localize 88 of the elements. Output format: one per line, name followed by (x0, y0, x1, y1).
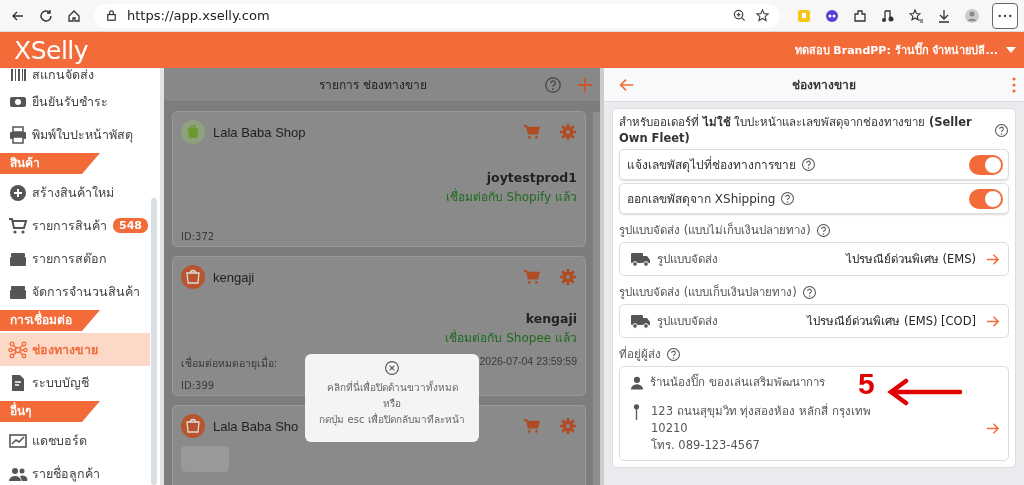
annotation-number: 5 (858, 367, 875, 401)
account-name: joytestprod1 (486, 170, 577, 185)
channel-name: kengaji (213, 269, 255, 285)
sender-name: ร้านน้องปิ๊ก ของเล่นเสริมพัฒนาการ (650, 373, 825, 391)
menu-item[interactable]: ระบบบัญชี (0, 366, 150, 399)
section-label: อื่นๆ (0, 401, 100, 422)
help-icon[interactable] (544, 75, 562, 94)
avatar-icon[interactable] (964, 7, 980, 24)
section-heading: รูปแบบจัดส่ง (แบบไม่เก็บเงินปลายทาง) (619, 221, 811, 239)
hint-text: กดปุ่ม esc เพื่อปิดกลับมาทีละหน้า (319, 412, 465, 428)
menu-item[interactable]: รายการสต๊อก (0, 242, 150, 275)
menu-item[interactable]: สแกนจัดส่ง (0, 68, 150, 85)
option-label: รูปแบบจัดส่ง (657, 251, 718, 268)
toggle-switch[interactable] (969, 154, 1003, 175)
shipping-option[interactable]: รูปแบบจัดส่ง ไปรษณีย์ด่วนพิเศษ (EMS) [COD] (619, 304, 1009, 338)
menu-item[interactable]: สร้างสินค้าใหม่ (0, 176, 150, 209)
account-name: kengaji (525, 311, 577, 326)
channel-name: Lala Baba Shop (213, 124, 306, 140)
menu-item[interactable]: จัดการจำนวนสินค้า (0, 275, 150, 308)
shipping-option[interactable]: รูปแบบจัดส่ง ไปรษณีย์ด่วนพิเศษ (EMS) (619, 242, 1009, 276)
option-value: ไปรษณีย์ด่วนพิเศษ (EMS) (845, 251, 976, 268)
channel-name: Lala Baba Sho (213, 418, 299, 434)
shopping-bag-icon (181, 414, 205, 438)
network-icon (8, 339, 28, 360)
menu-item[interactable]: พิมพ์ใบปะหน้าพัสดุ (0, 118, 150, 151)
count-badge: 548 (113, 218, 148, 233)
toggle-switch[interactable] (969, 188, 1003, 209)
download-icon[interactable] (936, 7, 952, 24)
close-icon[interactable] (384, 360, 400, 376)
option-label: รูปแบบจัดส่ง (657, 313, 718, 330)
list-title: รายการ ช่องทางขาย (318, 77, 428, 94)
section-label: การเชื่อมต่อ (0, 310, 100, 331)
menu-item[interactable]: ยืนยันรับชำระ (0, 85, 150, 118)
puzzle-icon[interactable] (852, 7, 868, 24)
scrollbar[interactable] (593, 112, 600, 485)
sender-address: 123 ถนนสุขุมวิท ทุ่งสองห้อง หลักสี่ กรุงเทพ (651, 403, 871, 420)
extension-icon[interactable] (824, 7, 840, 24)
section-label: สินค้า (0, 153, 100, 174)
plus-icon (8, 182, 28, 203)
section-heading: ที่อยู่ผู้ส่ง (619, 345, 661, 363)
toggle-label: ออกเลขพัสดุจาก XShipping (627, 191, 776, 208)
shopping-bag-icon (181, 120, 205, 144)
connection-status: เชื่อมต่อกับ Shopee แล้ว (445, 328, 577, 347)
menu-item[interactable]: แดชบอร์ด (0, 424, 150, 457)
panel-title: ช่องทางขาย (791, 77, 857, 94)
option-value: ไปรษณีย์ด่วนพิเศษ (EMS) [COD] (807, 313, 976, 330)
refresh-icon[interactable] (38, 7, 54, 24)
section-heading: รูปแบบจัดส่ง (แบบเก็บเงินปลายทาง) (619, 283, 797, 301)
scrollbar[interactable] (151, 198, 157, 485)
help-icon[interactable] (994, 122, 1009, 138)
caret-icon[interactable] (1006, 47, 1016, 53)
help-icon[interactable] (801, 284, 817, 300)
toggle-label: แจ้งเลขพัสดุไปที่ช่องทางการขาย (627, 155, 796, 174)
truck-icon (630, 251, 652, 267)
zoom-icon[interactable] (732, 8, 747, 23)
hint-popup[interactable]: คลิกที่นี่เพื่อปิดด้านขวาทั้งหมด หรือ กดปุ่ม esc เพื่อปิดกลับมาทีละหน้า (305, 354, 479, 442)
sender-postcode: 10210 (651, 420, 689, 437)
sender-phone: โทร. 089-123-4567 (651, 437, 761, 454)
music-icon[interactable] (880, 7, 896, 24)
person-icon (630, 374, 644, 390)
sender-address-card[interactable]: ร้านน้องปิ๊ก ของเล่นเสริมพัฒนาการ 123 ถนนสุขุมวิท ทุ่งสองห้อง หลักสี่ กรุงเทพ 10210 โทร. 089-123-4567 5 (619, 366, 1009, 461)
more-button[interactable] (992, 2, 1018, 29)
connection-status: เชื่อมต่อกับ Shopify แล้ว (445, 187, 577, 206)
url-text: https://app.xselly.com (127, 8, 271, 23)
address-bar[interactable]: https://app.xselly.com (94, 3, 780, 28)
more-icon[interactable] (1012, 76, 1016, 93)
help-icon[interactable] (666, 346, 681, 362)
truck-icon (630, 313, 652, 329)
expiry-label: เชื่อมต่อหมดอายุเมื่อ: (181, 355, 277, 372)
menu-item[interactable]: รายการสินค้า 548 (0, 209, 150, 242)
channel-id: ID:372 (181, 231, 215, 242)
note-text: สำหรับออเดอร์ที่ ไม่ใช้ ใบปะหน้าและเลขพัสดุจากช่องทางขาย (Seller Own Fleet) (619, 114, 973, 146)
pin-icon (633, 403, 640, 421)
hint-text: คลิกที่นี่เพื่อปิดด้านขวาทั้งหมด (326, 380, 458, 395)
cart-icon (8, 215, 28, 236)
menu-item[interactable]: รายชื่อลูกค้า (0, 457, 150, 485)
channel-id: ID:399 (181, 380, 215, 391)
help-icon[interactable] (780, 191, 796, 206)
expiry-date: 2026-07-04 23:59:59 (479, 355, 577, 369)
more-icon (998, 13, 1012, 18)
star-icon[interactable] (755, 8, 770, 23)
printer-icon (8, 124, 28, 145)
arrow-right-icon (985, 421, 1000, 436)
shopping-bag-icon (181, 265, 205, 289)
help-icon[interactable] (801, 157, 816, 172)
help-icon[interactable] (815, 222, 831, 238)
favorites-icon[interactable] (908, 7, 924, 24)
lock-icon (104, 8, 119, 23)
